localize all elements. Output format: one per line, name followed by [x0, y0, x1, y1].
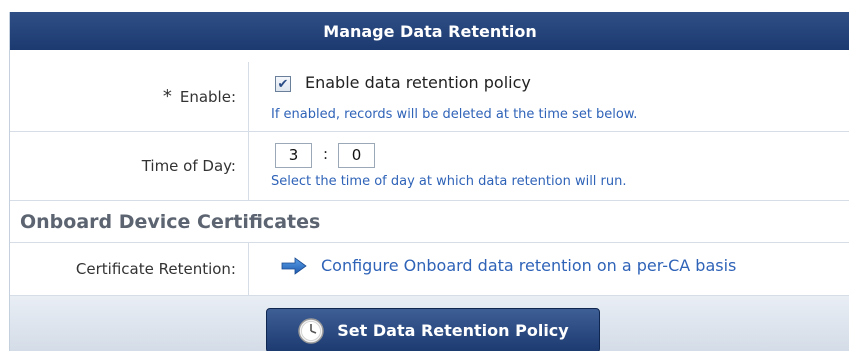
cert-value-cell: Configure Onboard data retention on a pe…	[261, 243, 849, 295]
panel-title: Manage Data Retention	[323, 21, 537, 41]
clock-icon	[298, 317, 325, 344]
section-title: Onboard Device Certificates	[20, 210, 321, 233]
time-separator: :	[323, 145, 329, 163]
minute-input[interactable]: 0	[338, 143, 375, 168]
enable-label: Enable:	[179, 87, 236, 106]
data-retention-panel: Manage Data Retention * Enable: ✔ Enable…	[9, 12, 849, 351]
time-hint: Select the time of day at which data ret…	[271, 174, 627, 189]
enable-checkbox[interactable]: ✔	[275, 76, 291, 92]
enable-checkbox-label[interactable]: Enable data retention policy	[305, 73, 531, 92]
set-data-retention-policy-button[interactable]: Set Data Retention Policy	[266, 308, 600, 351]
cert-row: Certificate Retention: Configure Onboard…	[10, 243, 849, 296]
enable-hint: If enabled, records will be deleted at t…	[271, 107, 638, 122]
arrow-right-icon	[281, 256, 307, 275]
time-row: Time of Day: 3 : 0 Select the time of da…	[10, 132, 849, 201]
time-label: Time of Day:	[141, 157, 236, 175]
time-label-cell: Time of Day:	[10, 132, 249, 200]
section-heading-row: Onboard Device Certificates	[10, 201, 849, 243]
cert-label: Certificate Retention:	[75, 260, 236, 278]
enable-label-cell: * Enable:	[10, 62, 249, 131]
panel-header: Manage Data Retention	[10, 12, 849, 50]
enable-value-cell: ✔ Enable data retention policy If enable…	[261, 62, 849, 131]
time-value-cell: 3 : 0 Select the time of day at which da…	[261, 132, 849, 200]
form-footer: Set Data Retention Policy	[10, 296, 849, 351]
hour-input[interactable]: 3	[275, 143, 312, 168]
enable-row: * Enable: ✔ Enable data retention policy…	[10, 62, 849, 132]
configure-onboard-link-text[interactable]: Configure Onboard data retention on a pe…	[321, 256, 736, 275]
checkmark-icon: ✔	[277, 76, 289, 92]
configure-onboard-link[interactable]: Configure Onboard data retention on a pe…	[281, 256, 736, 275]
set-button-label: Set Data Retention Policy	[337, 321, 569, 340]
cert-label-cell: Certificate Retention:	[10, 243, 249, 295]
required-marker: *	[162, 86, 172, 107]
